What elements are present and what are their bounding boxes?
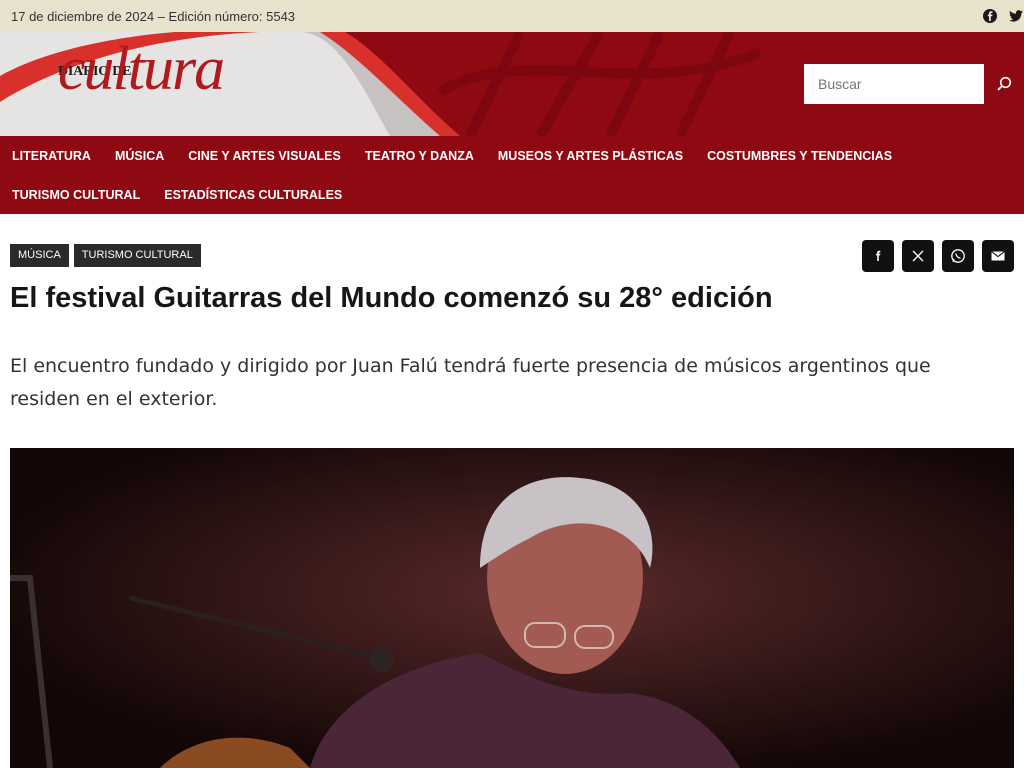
- email-icon: [991, 251, 1005, 261]
- nav-item-teatro[interactable]: TEATRO Y DANZA: [353, 136, 486, 175]
- date-edition: 17 de diciembre de 2024 – Edición número…: [11, 9, 296, 24]
- share-email-button[interactable]: [982, 240, 1014, 272]
- nav-item-costumbres[interactable]: COSTUMBRES Y TENDENCIAS: [695, 136, 904, 175]
- share-whatsapp-button[interactable]: [942, 240, 974, 272]
- whatsapp-icon: [951, 249, 965, 263]
- nav-item-turismo[interactable]: TURISMO CULTURAL: [0, 175, 152, 214]
- article-title: El festival Guitarras del Mundo comenzó …: [10, 282, 773, 314]
- logo-text-big: cultura: [58, 35, 225, 103]
- social-links: [982, 8, 1024, 24]
- search-input[interactable]: [804, 64, 984, 104]
- guitarist-photo: [10, 448, 1014, 768]
- share-x-button[interactable]: [902, 240, 934, 272]
- top-bar: 17 de diciembre de 2024 – Edición número…: [0, 0, 1024, 32]
- twitter-icon[interactable]: [1008, 8, 1024, 24]
- article-tags: MÚSICA TURISMO CULTURAL: [10, 244, 201, 267]
- tag-turismo-cultural[interactable]: TURISMO CULTURAL: [73, 244, 201, 267]
- article-photo: [10, 448, 1014, 768]
- x-icon: [912, 250, 924, 262]
- search-button[interactable]: [984, 64, 1024, 104]
- main-navigation: LITERATURA MÚSICA CINE Y ARTES VISUALES …: [0, 136, 1024, 214]
- site-header: DIARIO DE cultura: [0, 32, 1024, 136]
- article-lead: El encuentro fundado y dirigido por Juan…: [10, 355, 931, 410]
- facebook-icon[interactable]: [982, 8, 998, 24]
- search-icon: [997, 76, 1012, 91]
- site-logo[interactable]: DIARIO DE cultura: [0, 32, 460, 136]
- share-facebook-button[interactable]: [862, 240, 894, 272]
- nav-item-estadisticas[interactable]: ESTADÍSTICAS CULTURALES: [152, 175, 354, 214]
- nav-item-museos[interactable]: MUSEOS Y ARTES PLÁSTICAS: [486, 136, 695, 175]
- nav-item-cine[interactable]: CINE Y ARTES VISUALES: [176, 136, 353, 175]
- nav-item-musica[interactable]: MÚSICA: [103, 136, 176, 175]
- tag-musica[interactable]: MÚSICA: [10, 244, 69, 267]
- share-buttons: [862, 240, 1014, 272]
- nav-item-literatura[interactable]: LITERATURA: [0, 136, 103, 175]
- facebook-icon: [876, 250, 881, 261]
